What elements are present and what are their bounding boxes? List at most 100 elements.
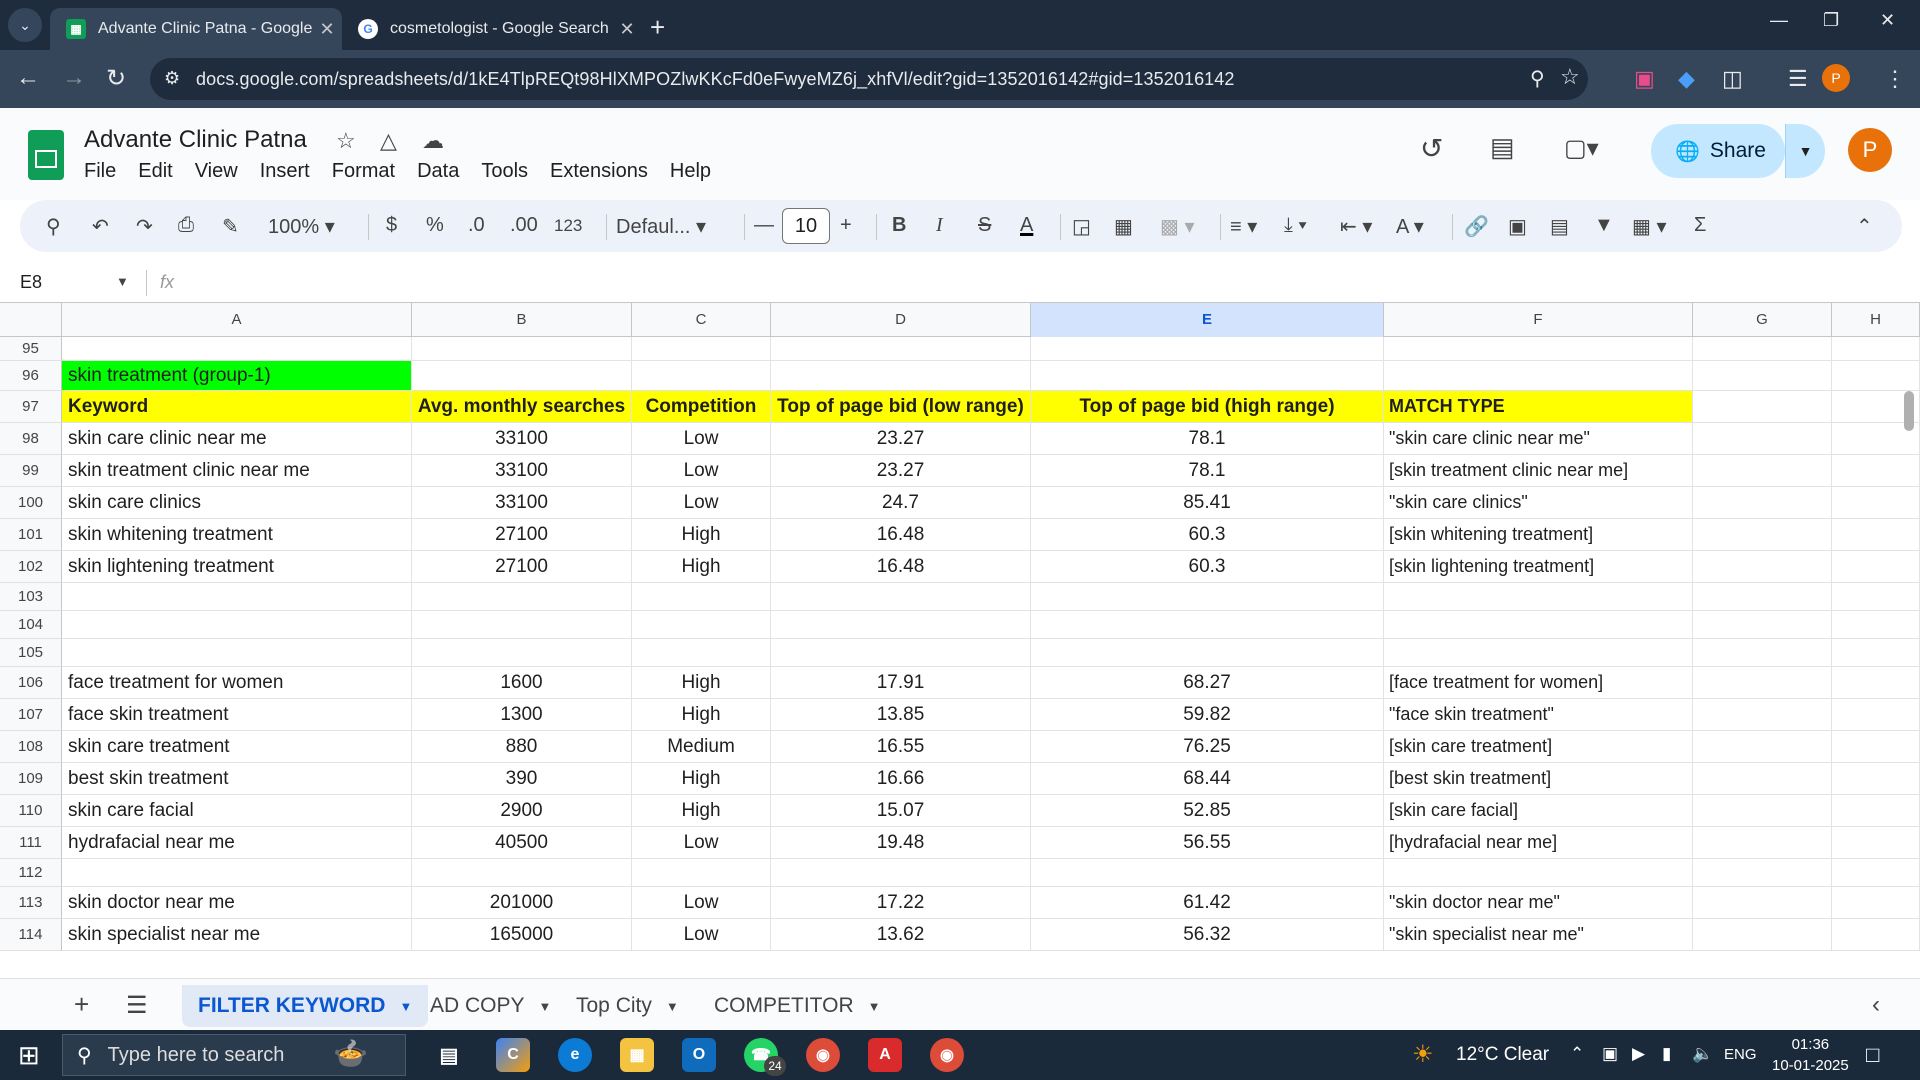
table-cell[interactable]: MATCH TYPE [1384, 391, 1693, 423]
table-cell[interactable]: 201000 [412, 887, 632, 919]
table-cell[interactable] [632, 361, 771, 391]
row-header[interactable]: 114 [0, 919, 62, 951]
restore-icon[interactable]: ❐ [1823, 10, 1839, 31]
column-header-e[interactable]: E [1031, 303, 1384, 337]
column-header-a[interactable]: A [62, 303, 412, 337]
extension-diamond-icon[interactable]: ◆ [1678, 66, 1695, 92]
column-header-b[interactable]: B [412, 303, 632, 337]
select-all-corner[interactable] [0, 303, 62, 337]
table-cell[interactable] [1693, 361, 1832, 391]
row-header[interactable]: 96 [0, 361, 62, 391]
menu-extensions[interactable]: Extensions [550, 160, 648, 183]
table-cell[interactable] [1384, 639, 1693, 667]
row-header[interactable]: 97 [0, 391, 62, 423]
table-cell[interactable] [1693, 583, 1832, 611]
menu-view[interactable]: View [195, 160, 238, 183]
side-panel-chevron-icon[interactable]: ‹ [1872, 991, 1880, 1019]
table-cell[interactable] [412, 611, 632, 639]
table-cell[interactable] [62, 583, 412, 611]
table-cell[interactable] [1832, 795, 1920, 827]
text-color-icon[interactable]: A [1020, 214, 1033, 237]
table-cell[interactable] [1693, 455, 1832, 487]
table-cell[interactable]: [best skin treatment] [1384, 763, 1693, 795]
reload-icon[interactable]: ↻ [106, 64, 126, 93]
browser-tab-sheets[interactable]: ▦ Advante Clinic Patna - Google S ✕ [50, 8, 342, 50]
table-cell[interactable] [1832, 859, 1920, 887]
sheet-tab-ad-copy[interactable]: AD COPY ▼ [414, 985, 567, 1027]
filter-icon[interactable]: ▼ [1594, 214, 1614, 237]
table-cell[interactable] [1832, 827, 1920, 859]
row-header[interactable]: 109 [0, 763, 62, 795]
row-header[interactable]: 98 [0, 423, 62, 455]
table-cell[interactable] [1031, 639, 1384, 667]
table-cell[interactable] [62, 337, 412, 361]
table-cell[interactable]: 16.48 [771, 551, 1031, 583]
row-header[interactable]: 110 [0, 795, 62, 827]
table-cell[interactable]: 27100 [412, 519, 632, 551]
table-cell[interactable]: High [632, 795, 771, 827]
close-tab-icon[interactable]: ✕ [612, 19, 642, 40]
table-cell[interactable]: [skin care treatment] [1384, 731, 1693, 763]
table-cell[interactable]: 23.27 [771, 455, 1031, 487]
table-cell[interactable]: skin lightening treatment [62, 551, 412, 583]
table-cell[interactable]: [skin treatment clinic near me] [1384, 455, 1693, 487]
row-header[interactable]: 103 [0, 583, 62, 611]
row-header[interactable]: 101 [0, 519, 62, 551]
table-cell[interactable]: Low [632, 919, 771, 951]
table-cell[interactable]: 85.41 [1031, 487, 1384, 519]
zoom-magnifier-icon[interactable]: ⚲ [1530, 66, 1545, 91]
table-cell[interactable] [1693, 699, 1832, 731]
notifications-icon[interactable]: □ [1866, 1042, 1879, 1068]
table-cell[interactable]: 60.3 [1031, 551, 1384, 583]
copilot-icon[interactable]: C [496, 1038, 530, 1072]
table-cell[interactable] [1693, 639, 1832, 667]
table-cell[interactable] [771, 361, 1031, 391]
table-cell[interactable] [62, 859, 412, 887]
table-cell[interactable] [1693, 667, 1832, 699]
table-cell[interactable] [1693, 423, 1832, 455]
table-cell[interactable]: 68.44 [1031, 763, 1384, 795]
table-cell[interactable]: 52.85 [1031, 795, 1384, 827]
battery-icon[interactable]: ▮ [1662, 1044, 1671, 1064]
table-cell[interactable]: "face skin treatment" [1384, 699, 1693, 731]
horizontal-align-icon[interactable]: ≡ ▾ [1230, 214, 1257, 239]
table-cell[interactable]: 56.32 [1031, 919, 1384, 951]
table-cell[interactable] [1832, 551, 1920, 583]
column-header-f[interactable]: F [1384, 303, 1693, 337]
table-cell[interactable] [1031, 859, 1384, 887]
table-cell[interactable]: 60.3 [1031, 519, 1384, 551]
row-header[interactable]: 95 [0, 337, 62, 361]
table-cell[interactable] [62, 639, 412, 667]
table-cell[interactable]: 16.48 [771, 519, 1031, 551]
insert-comment-icon[interactable]: ▣ [1508, 214, 1527, 239]
table-cell[interactable] [1832, 667, 1920, 699]
table-cell[interactable]: "skin care clinic near me" [1384, 423, 1693, 455]
insert-link-icon[interactable]: 🔗 [1464, 214, 1489, 239]
table-cell[interactable]: [skin lightening treatment] [1384, 551, 1693, 583]
sheets-logo-icon[interactable] [28, 130, 64, 180]
functions-sigma-icon[interactable]: Σ [1694, 214, 1706, 237]
minimize-icon[interactable]: — [1770, 10, 1788, 31]
menu-format[interactable]: Format [332, 160, 395, 183]
table-cell[interactable] [62, 611, 412, 639]
table-cell[interactable]: skin care clinic near me [62, 423, 412, 455]
table-cell[interactable] [771, 639, 1031, 667]
language-indicator[interactable]: ENG [1724, 1046, 1757, 1063]
menu-tools[interactable]: Tools [481, 160, 528, 183]
table-cell[interactable] [632, 611, 771, 639]
table-cell[interactable]: 61.42 [1031, 887, 1384, 919]
star-icon[interactable]: ☆ [336, 128, 356, 154]
site-info-icon[interactable]: ⚙ [164, 68, 180, 89]
table-cell[interactable]: skin doctor near me [62, 887, 412, 919]
insert-chart-icon[interactable]: ▤ [1550, 214, 1569, 239]
table-cell[interactable]: 59.82 [1031, 699, 1384, 731]
volume-icon[interactable]: 🔈 [1692, 1044, 1713, 1064]
table-cell[interactable] [632, 639, 771, 667]
search-menus-icon[interactable]: ⚲ [46, 214, 61, 239]
table-cell[interactable] [1832, 639, 1920, 667]
percent-format-button[interactable]: % [426, 214, 444, 237]
name-box-dropdown-icon[interactable]: ▼ [116, 274, 129, 289]
table-cell[interactable]: "skin care clinics" [1384, 487, 1693, 519]
table-cell[interactable] [1693, 391, 1832, 423]
table-cell[interactable] [632, 337, 771, 361]
